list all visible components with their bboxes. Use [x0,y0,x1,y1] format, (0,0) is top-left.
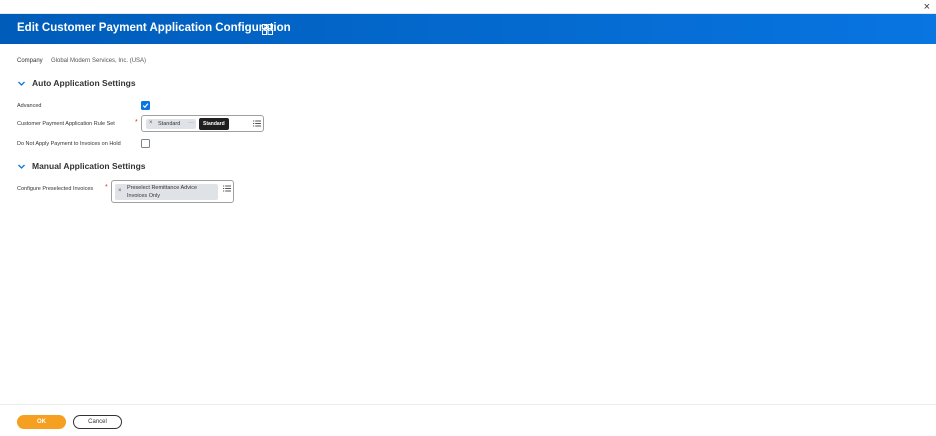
manual-application-section-toggle[interactable]: Manual Application Settings [17,161,146,171]
chevron-down-icon [18,81,25,86]
more-icon[interactable]: ··· [188,120,194,126]
window-top-bar: × [0,0,936,14]
pill-label-line2: Invoices Only [127,193,161,199]
remove-icon[interactable]: × [118,188,122,194]
remove-icon[interactable]: × [149,120,153,126]
selected-pill-preselect: × Preselect Remittance Advice Invoices O… [115,184,218,200]
close-icon[interactable]: × [924,1,930,13]
company-value: Global Modern Services, Inc. (USA) [51,58,147,64]
footer-bar: OK Cancel [0,404,936,436]
chevron-down-icon [18,164,25,169]
advanced-label: Advanced [17,103,42,109]
page-header: Edit Customer Payment Application Config… [0,14,936,44]
list-icon[interactable] [223,185,231,192]
excel-export-icon[interactable] [262,24,273,35]
selected-pill-standard: × Standard ··· [146,119,196,129]
company-label: Company [17,58,43,64]
rule-set-label: Customer Payment Application Rule Set [17,121,115,127]
preselected-invoices-prompt[interactable]: × Preselect Remittance Advice Invoices O… [111,180,234,203]
preselected-invoices-label: Configure Preselected Invoices [17,186,94,192]
required-indicator: * [135,119,138,126]
auto-application-section-toggle[interactable]: Auto Application Settings [17,78,136,88]
checkmark-icon [142,103,149,109]
page-title: Edit Customer Payment Application Config… [17,22,291,34]
list-icon[interactable] [253,120,261,127]
do-not-apply-checkbox[interactable] [141,139,150,148]
pill-label-line1: Preselect Remittance Advice [127,185,198,191]
section-title-auto: Auto Application Settings [32,78,136,88]
do-not-apply-label: Do Not Apply Payment to Invoices on Hold [17,141,121,147]
required-indicator: * [105,184,108,191]
ok-button[interactable]: OK [17,415,66,429]
section-title-manual: Manual Application Settings [32,161,146,171]
advanced-checkbox[interactable] [141,101,150,110]
cancel-button[interactable]: Cancel [73,415,122,429]
standard-tooltip: Standard [199,118,229,130]
pill-label: Standard [158,121,181,127]
